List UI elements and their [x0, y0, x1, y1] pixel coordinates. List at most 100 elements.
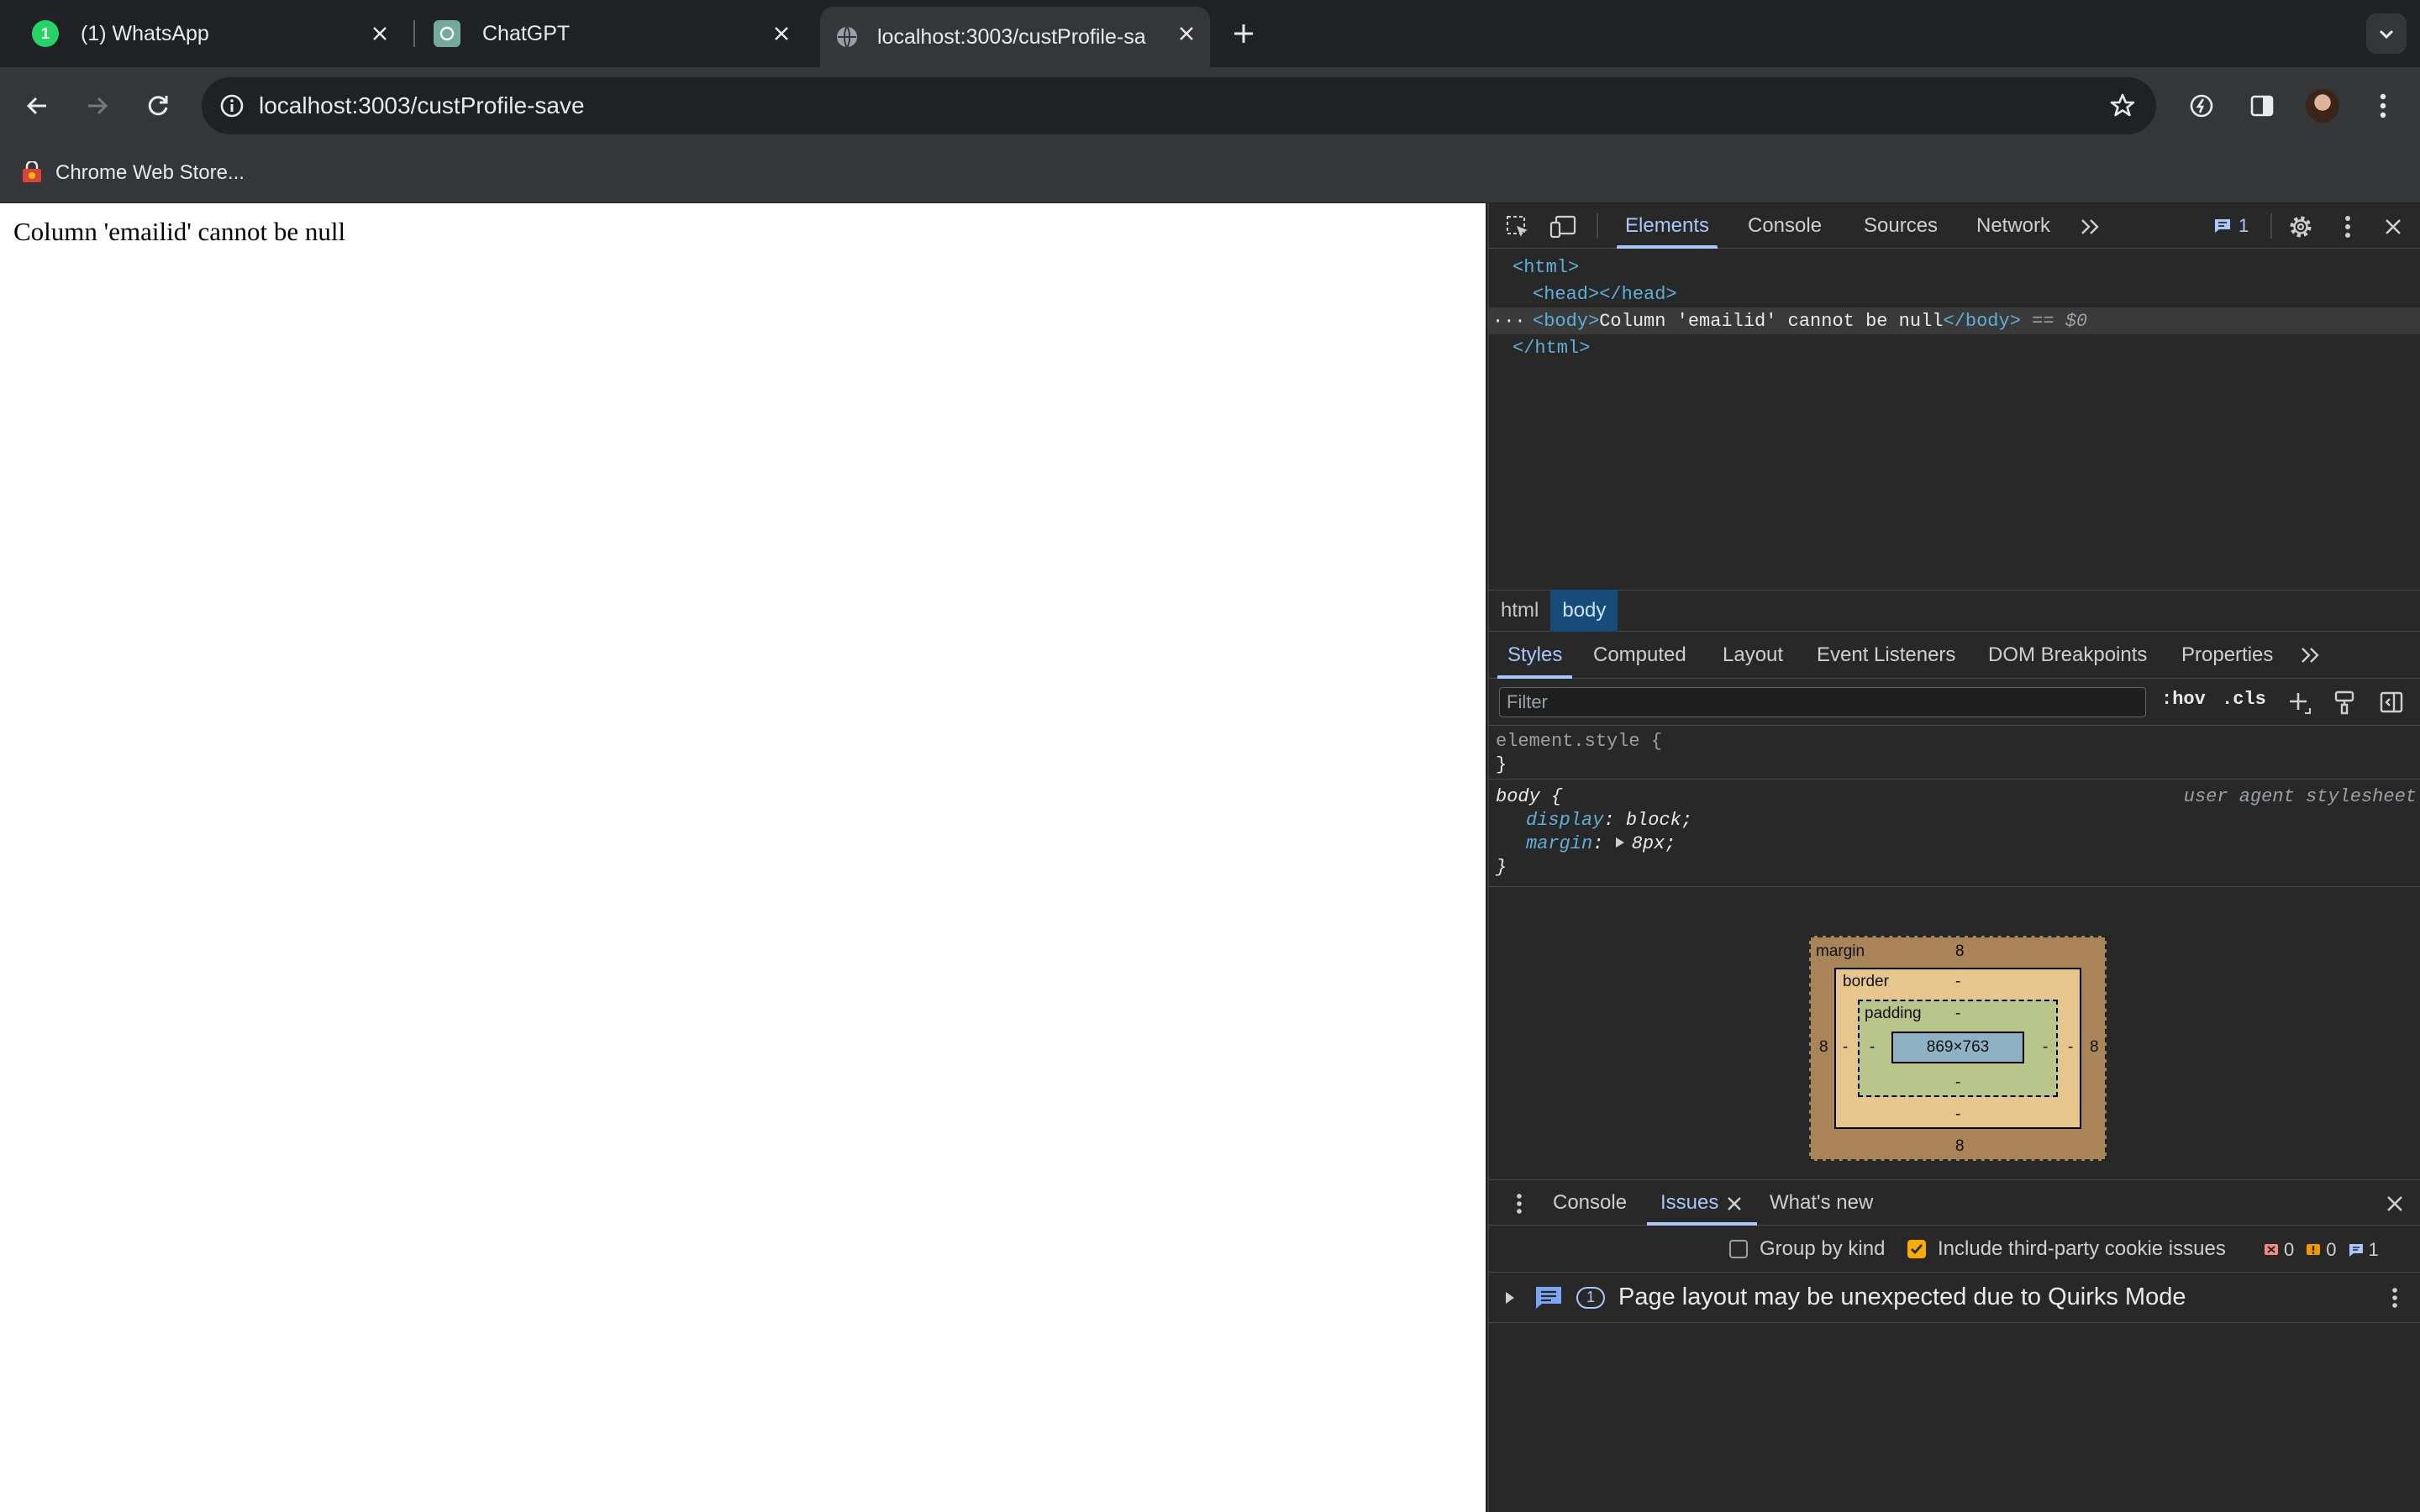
tab-console[interactable]: Console: [1748, 203, 1822, 249]
close-issues-tab-icon[interactable]: [1719, 1184, 1749, 1224]
hover-state-toggle[interactable]: :hov: [2161, 689, 2206, 710]
bookmark-star-icon[interactable]: [2102, 86, 2143, 126]
chatgpt-icon: [434, 20, 460, 47]
breadcrumb: html body: [1489, 590, 2420, 632]
drawer-tab-issues[interactable]: Issues: [1646, 1180, 1759, 1226]
drawer-tab-console[interactable]: Console: [1553, 1180, 1627, 1226]
tab-whatsapp[interactable]: 1 (1) WhatsApp: [0, 7, 403, 60]
expand-triangle-icon[interactable]: [1504, 1291, 1516, 1305]
margin-right-value[interactable]: 8: [2090, 1038, 2099, 1057]
checkbox-unchecked[interactable]: [1729, 1240, 1748, 1258]
inspect-element-icon[interactable]: [1497, 207, 1538, 247]
close-devtools-icon[interactable]: [2373, 207, 2413, 247]
tab-strip: 1 (1) WhatsApp ChatGPT localhost:3003/cu…: [0, 0, 2420, 67]
margin-left-value[interactable]: 8: [1819, 1038, 1828, 1057]
border-bottom-value[interactable]: -: [1955, 1105, 1960, 1124]
styles-tab-bar: Styles Computed Layout Event Listeners D…: [1489, 632, 2420, 679]
breadcrumb-html[interactable]: html: [1489, 590, 1550, 632]
margin-bottom-value[interactable]: 8: [1955, 1137, 1965, 1156]
tab-elements[interactable]: Elements: [1616, 203, 1718, 249]
devtools-drawer: Console Issues What's new Group by kind …: [1489, 1179, 2420, 1512]
close-drawer-icon[interactable]: [2375, 1184, 2415, 1224]
tab-chatgpt[interactable]: ChatGPT: [402, 7, 805, 60]
styles-filter-input[interactable]: Filter: [1499, 687, 2146, 717]
body-open-tag: <body>: [1533, 311, 1600, 332]
side-panel-icon[interactable]: [2242, 86, 2282, 126]
declaration-margin[interactable]: margin: 8px;: [1526, 833, 1676, 854]
site-info-icon[interactable]: [212, 86, 252, 126]
breadcrumb-body[interactable]: body: [1550, 590, 1618, 632]
checkbox-label: Include third-party cookie issues: [1938, 1237, 2226, 1260]
avatar[interactable]: [2302, 86, 2343, 126]
chrome-menu-icon[interactable]: [2363, 86, 2403, 126]
forward-icon[interactable]: [77, 86, 118, 126]
dom-node-body[interactable]: <body>Column 'emailid' cannot be null</b…: [1533, 311, 2087, 332]
device-toolbar-icon[interactable]: [1543, 207, 1583, 247]
close-icon[interactable]: [766, 18, 797, 49]
padding-left-value[interactable]: -: [1870, 1038, 1875, 1057]
tab-sources[interactable]: Sources: [1864, 203, 1938, 249]
tab-localhost[interactable]: localhost:3003/custProfile-sa: [820, 7, 1210, 67]
checkbox-checked-icon[interactable]: [1907, 1240, 1926, 1258]
expand-triangle-icon[interactable]: [1615, 837, 1632, 848]
close-icon[interactable]: [365, 18, 395, 49]
tab-styles[interactable]: Styles: [1497, 632, 1573, 679]
padding-bottom-value[interactable]: -: [1955, 1074, 1960, 1092]
third-party-cookie-checkbox[interactable]: Include third-party cookie issues: [1907, 1237, 2226, 1261]
declaration-display[interactable]: display: block;: [1526, 810, 1692, 831]
dom-node-html[interactable]: <html>: [1512, 257, 1579, 278]
box-model-diagram: margin 8 8 8 8 border - - - - padding - …: [1809, 936, 2107, 1161]
tab-layout[interactable]: Layout: [1723, 632, 1783, 679]
border-left-value[interactable]: -: [1843, 1038, 1848, 1057]
body-selector[interactable]: body {: [1496, 786, 1562, 807]
tab-search-icon[interactable]: [2366, 13, 2407, 54]
reload-icon[interactable]: [138, 86, 178, 126]
tab-properties[interactable]: Properties: [2181, 632, 2273, 679]
tab-event-listeners[interactable]: Event Listeners: [1817, 632, 1955, 679]
tab-network[interactable]: Network: [1976, 203, 2050, 249]
bookmark-chrome-web-store[interactable]: Chrome Web Store...: [20, 156, 245, 190]
issue-counters[interactable]: 0 0 1: [2264, 1239, 2379, 1261]
padding-label: padding: [1865, 1005, 1922, 1022]
url-text: localhost:3003/custProfile-save: [259, 92, 585, 118]
node-actions-ellipsis[interactable]: ···: [1492, 311, 1526, 332]
drawer-tab-whats-new[interactable]: What's new: [1770, 1180, 1873, 1226]
devtools-menu-icon[interactable]: [2328, 207, 2368, 247]
drawer-menu-icon[interactable]: [1499, 1184, 1539, 1224]
issue-menu-icon[interactable]: [2375, 1278, 2415, 1318]
whatsapp-icon: 1: [32, 20, 59, 47]
address-bar[interactable]: localhost:3003/custProfile-save: [202, 77, 2156, 134]
padding-top-value[interactable]: -: [1955, 1005, 1960, 1023]
issues-counter[interactable]: 1: [2213, 213, 2249, 239]
box-model-content[interactable]: 869×763: [1891, 1032, 2024, 1063]
paint-brush-icon[interactable]: [2324, 682, 2365, 722]
element-style-selector[interactable]: element.style {: [1496, 731, 1662, 752]
group-by-kind-checkbox[interactable]: Group by kind: [1729, 1237, 1885, 1261]
toggle-sidebar-icon[interactable]: [2371, 682, 2412, 722]
new-rule-icon[interactable]: [2279, 682, 2319, 722]
more-tabs-icon[interactable]: [2070, 207, 2111, 247]
new-tab-icon[interactable]: [1223, 13, 1264, 54]
back-icon[interactable]: [17, 86, 57, 126]
devtools-panel: Elements Console Sources Network 1 <html…: [1487, 203, 2420, 1512]
close-icon[interactable]: [1171, 18, 1202, 49]
settings-gear-icon[interactable]: [2281, 207, 2321, 247]
bookmarks-bar: Chrome Web Store...: [0, 144, 2420, 203]
issue-row[interactable]: 1 Page layout may be unexpected due to Q…: [1489, 1273, 2420, 1323]
border-top-value[interactable]: -: [1955, 973, 1960, 991]
performance-icon[interactable]: [2181, 86, 2222, 126]
tab-badge: 1: [40, 24, 50, 42]
margin-top-value[interactable]: 8: [1955, 942, 1965, 961]
element-style-text: element.style {: [1496, 731, 1663, 752]
bookmark-label: Chrome Web Store...: [55, 161, 245, 184]
border-label: border: [1843, 973, 1889, 990]
border-right-value[interactable]: -: [2068, 1038, 2073, 1057]
info-count: 1: [2368, 1239, 2379, 1260]
class-toggle[interactable]: .cls: [2222, 689, 2266, 710]
page-viewport: Column 'emailid' cannot be null: [0, 203, 1486, 1512]
more-tabs-icon[interactable]: [2291, 635, 2331, 675]
dom-node-head[interactable]: <head></head>: [1533, 284, 1677, 305]
tab-computed[interactable]: Computed: [1593, 632, 1686, 679]
padding-right-value[interactable]: -: [2043, 1038, 2048, 1057]
tab-dom-breakpoints[interactable]: DOM Breakpoints: [1988, 632, 2147, 679]
